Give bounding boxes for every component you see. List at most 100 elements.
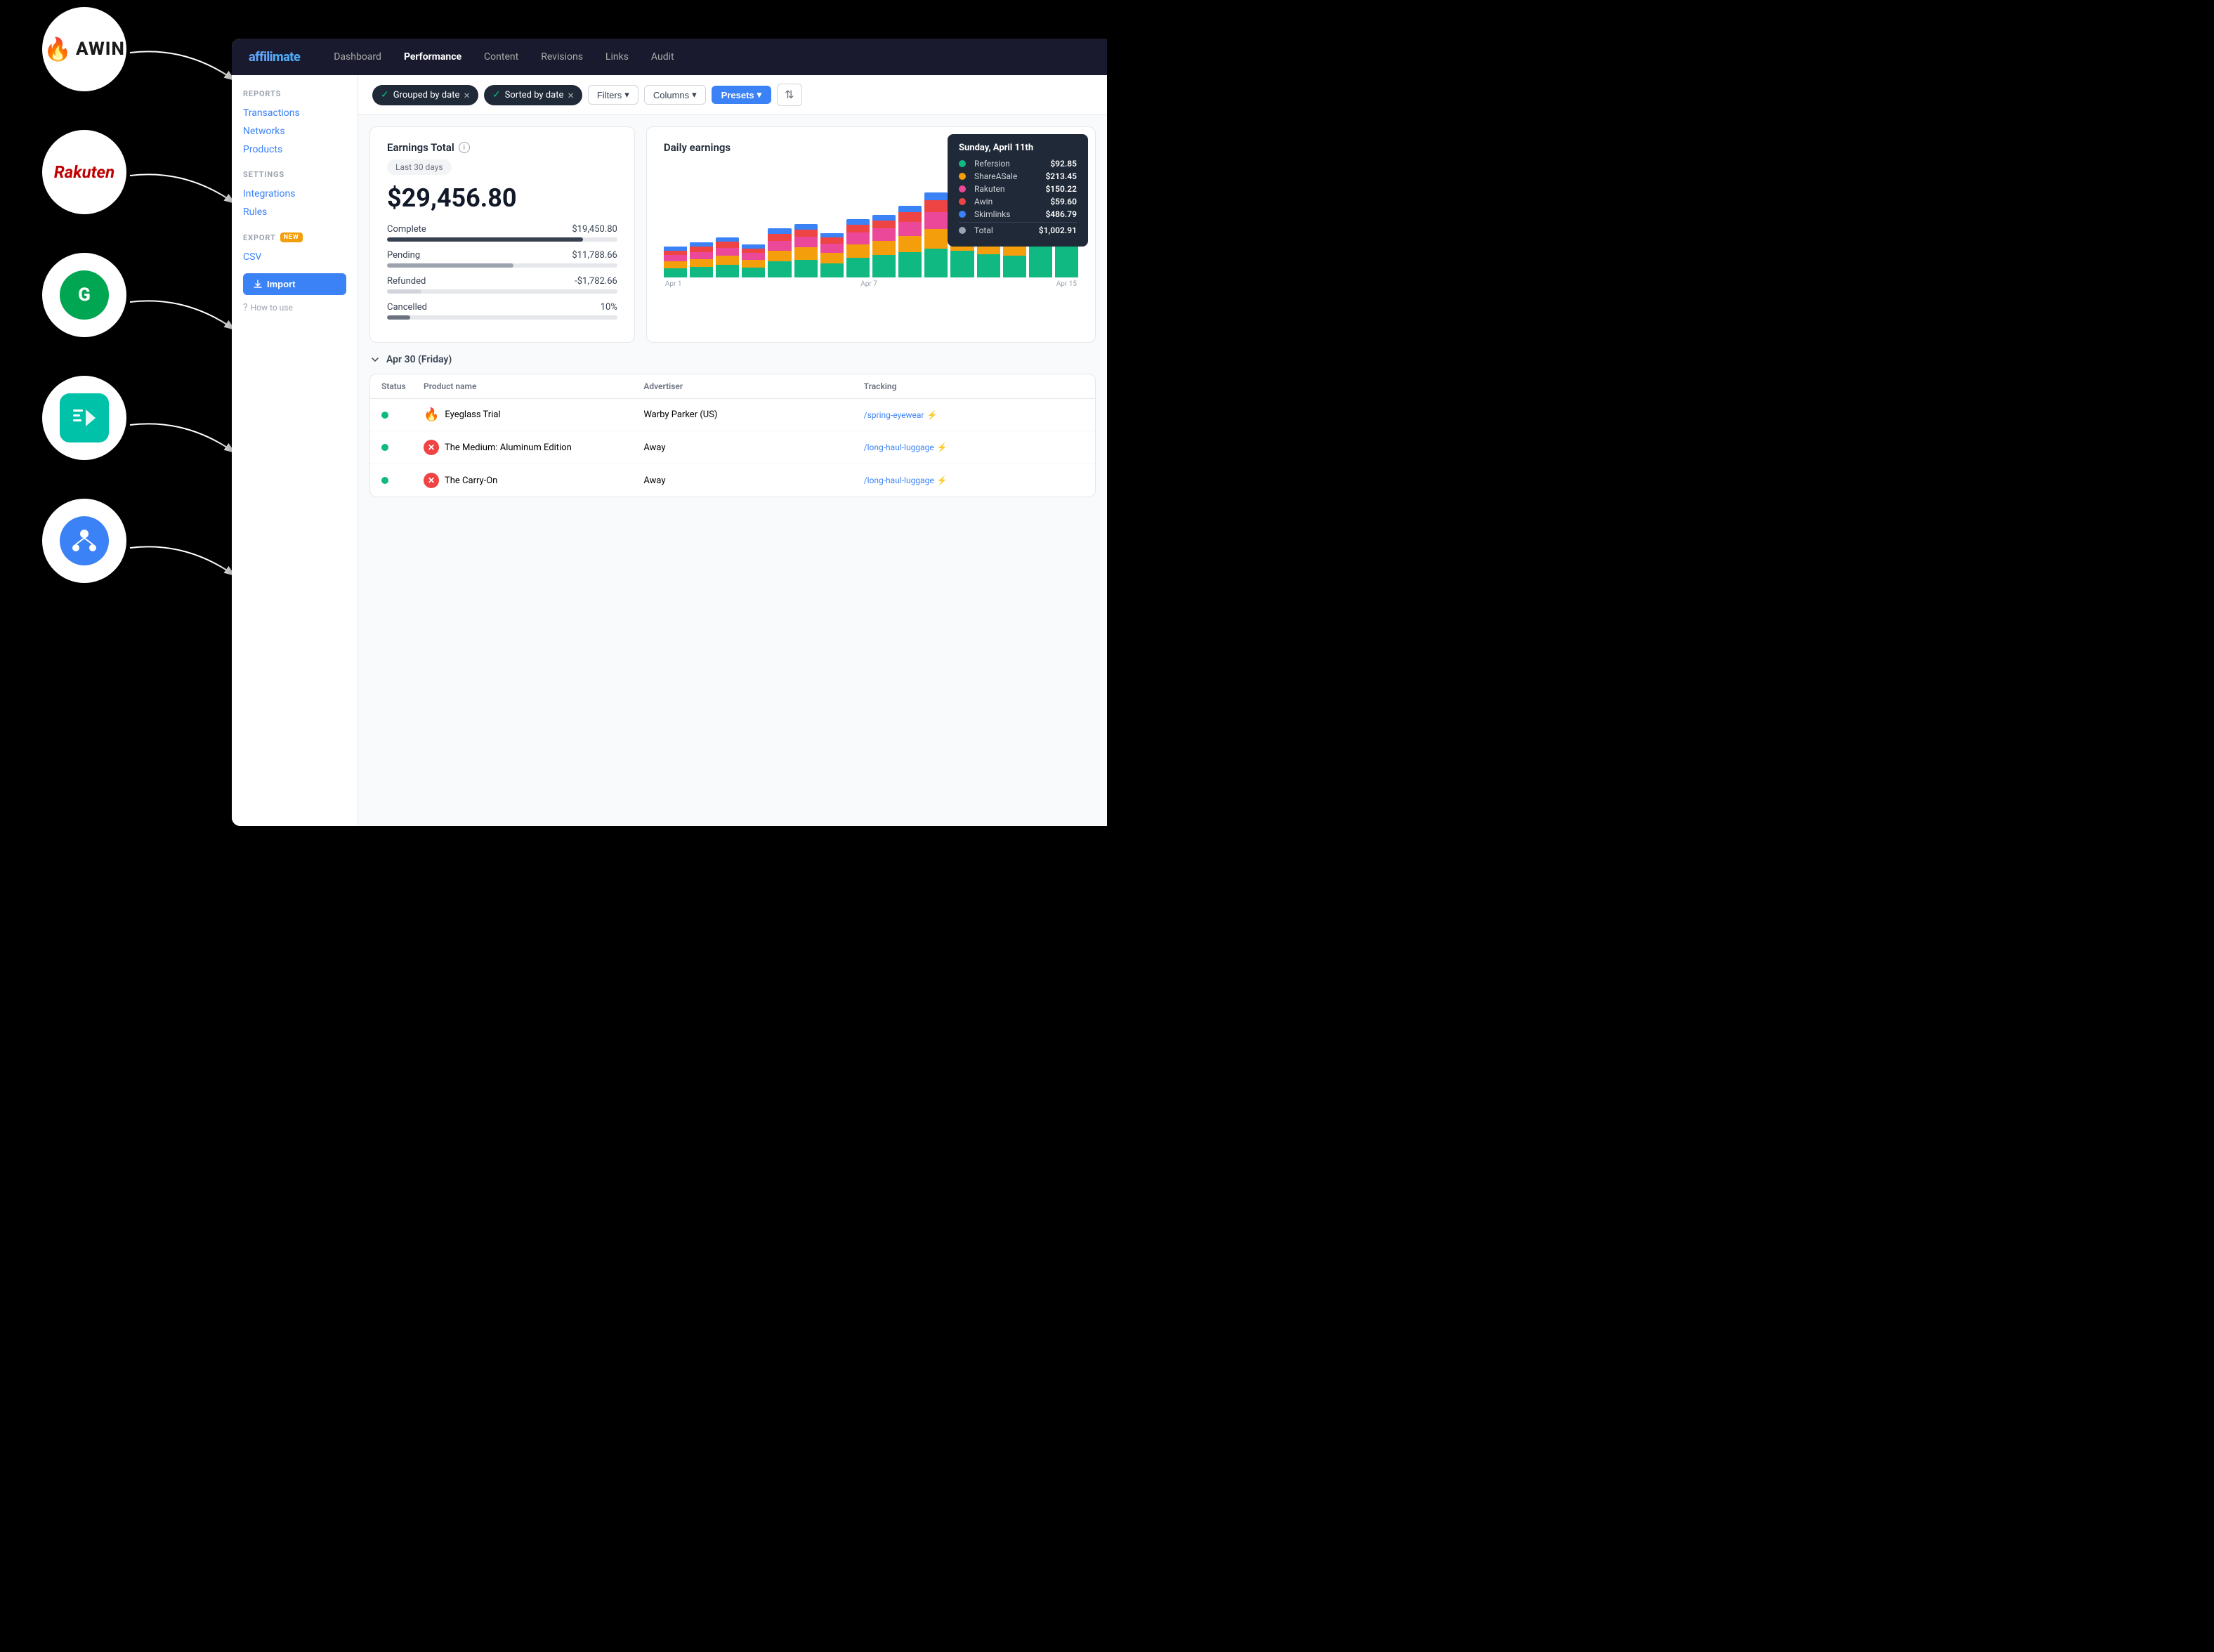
bar-segment	[716, 256, 739, 265]
product-name-1: Eyeglass Trial	[445, 409, 500, 420]
bar-segment	[742, 260, 765, 268]
status-cell-2	[381, 444, 424, 451]
bar-segment	[664, 268, 687, 277]
bar-segment	[768, 251, 791, 261]
how-to-use-link[interactable]: ? How to use	[243, 302, 346, 313]
filter-bar: ✓ Grouped by date × ✓ Sorted by date × F…	[358, 75, 1107, 115]
col-status: Status	[381, 381, 424, 391]
grouped-by-date-chip[interactable]: ✓ Grouped by date ×	[372, 85, 478, 105]
main-content: ✓ Grouped by date × ✓ Sorted by date × F…	[358, 75, 1107, 826]
bar-segment	[794, 224, 818, 230]
tracking-cell-3[interactable]: /long-haul-luggage ⚡	[864, 476, 1084, 485]
sidebar-products[interactable]: Products	[243, 140, 346, 159]
nav-content[interactable]: Content	[484, 51, 518, 63]
bar-segment	[690, 247, 713, 252]
sidebar-networks[interactable]: Networks	[243, 122, 346, 140]
bar-segment	[924, 200, 948, 212]
settings-section-title: SETTINGS	[243, 170, 346, 179]
external-link-icon-3: ⚡	[937, 476, 948, 485]
chevron-down-section-icon[interactable]	[369, 354, 381, 365]
bar-segment	[1029, 244, 1052, 277]
import-button[interactable]: Import	[243, 273, 346, 295]
x-axis-labels: Apr 1 Apr 7 Apr 15	[664, 280, 1078, 288]
bar-group-4	[768, 165, 791, 277]
bar-segment	[1003, 256, 1026, 277]
columns-button[interactable]: Columns ▾	[644, 85, 706, 105]
filters-button[interactable]: Filters ▾	[588, 85, 638, 105]
bar-segment	[690, 267, 713, 277]
section-header: Apr 30 (Friday)	[369, 354, 1096, 365]
bar-segment	[690, 252, 713, 259]
col-tracking: Tracking	[864, 381, 1084, 391]
bar-segment	[742, 268, 765, 277]
sidebar-rules[interactable]: Rules	[243, 203, 346, 221]
bar-group-10	[924, 165, 948, 277]
check-icon: ✓	[381, 89, 389, 100]
table-row: 🔥 Eyeglass Trial Warby Parker (US) /spri…	[370, 399, 1095, 431]
daily-earnings-panel: Daily earnings Sunday, April 11th Refers…	[646, 126, 1096, 343]
chart-tooltip: Sunday, April 11th Refersion $92.85 Shar…	[948, 134, 1088, 247]
product-icon-2: ✕	[424, 440, 439, 455]
bar-segment	[768, 241, 791, 251]
app-window: affilimate Dashboard Performance Content…	[232, 39, 1107, 826]
product-icon-3: ✕	[424, 473, 439, 488]
close-grouped-icon[interactable]: ×	[464, 88, 470, 102]
nav-revisions[interactable]: Revisions	[541, 51, 583, 63]
new-badge: NEW	[280, 232, 303, 242]
arrow-4	[123, 411, 249, 467]
bar-segment	[820, 253, 844, 263]
bar-group-9	[898, 165, 922, 277]
bar-segment	[898, 222, 922, 236]
nav-audit[interactable]: Audit	[651, 51, 674, 63]
import-icon	[253, 280, 263, 289]
nav-logo: affilimate	[249, 50, 300, 65]
complete-metric: Complete $19,450.80	[387, 224, 617, 242]
total-amount: $29,456.80	[387, 183, 617, 213]
bar-segment	[872, 255, 896, 277]
x-label-apr7: Apr 7	[860, 280, 877, 288]
bar-segment	[898, 212, 922, 222]
bar-segment	[716, 265, 739, 277]
sorted-by-date-chip[interactable]: ✓ Sorted by date ×	[484, 85, 582, 105]
refersion-dot	[959, 160, 966, 167]
chevron-down-icon-2: ▾	[692, 89, 697, 100]
sidebar-integrations[interactable]: Integrations	[243, 185, 346, 203]
nav-links[interactable]: Links	[605, 51, 629, 63]
settings-icon-button[interactable]: ⇅	[777, 84, 801, 106]
bar-segment	[872, 221, 896, 228]
presets-button[interactable]: Presets ▾	[712, 86, 772, 104]
bar-segment	[924, 249, 948, 277]
sidebar-transactions[interactable]: Transactions	[243, 104, 346, 122]
affilimate-icon	[60, 516, 109, 565]
tooltip-skimlinks: Skimlinks $486.79	[959, 209, 1077, 219]
nav-performance[interactable]: Performance	[404, 51, 461, 63]
bar-group-2	[716, 165, 739, 277]
col-advertiser: Advertiser	[643, 381, 863, 391]
bar-group-6	[820, 165, 844, 277]
bar-group-7	[846, 165, 870, 277]
tracking-cell-2[interactable]: /long-haul-luggage ⚡	[864, 442, 1084, 452]
bar-segment	[846, 232, 870, 244]
bar-segment	[716, 248, 739, 256]
bar-segment	[820, 263, 844, 277]
advertiser-cell-3: Away	[643, 476, 863, 486]
tracking-cell-1[interactable]: /spring-eyewear ⚡	[864, 410, 1084, 420]
pending-bar	[387, 263, 513, 268]
status-cell-1	[381, 412, 424, 419]
close-sorted-icon[interactable]: ×	[568, 88, 574, 102]
refunded-metric: Refunded -$1,782.66	[387, 276, 617, 294]
section-date: Apr 30 (Friday)	[386, 354, 452, 365]
sidebar-csv[interactable]: CSV	[243, 248, 346, 266]
bar-segment	[742, 253, 765, 260]
bar-segment	[846, 244, 870, 258]
table-row: ✕ The Medium: Aluminum Edition Away /lon…	[370, 431, 1095, 464]
product-icon-1: 🔥	[424, 407, 439, 422]
rakuten-text: Rakuten	[54, 162, 114, 182]
skimlinks-dot	[959, 211, 966, 218]
info-icon[interactable]: i	[459, 142, 470, 153]
nav-dashboard[interactable]: Dashboard	[334, 51, 381, 63]
bar-segment	[924, 212, 948, 229]
advertiser-cell-1: Warby Parker (US)	[643, 409, 863, 420]
gj-logo-circle: G	[42, 253, 126, 337]
product-cell-3: ✕ The Carry-On	[424, 473, 643, 488]
